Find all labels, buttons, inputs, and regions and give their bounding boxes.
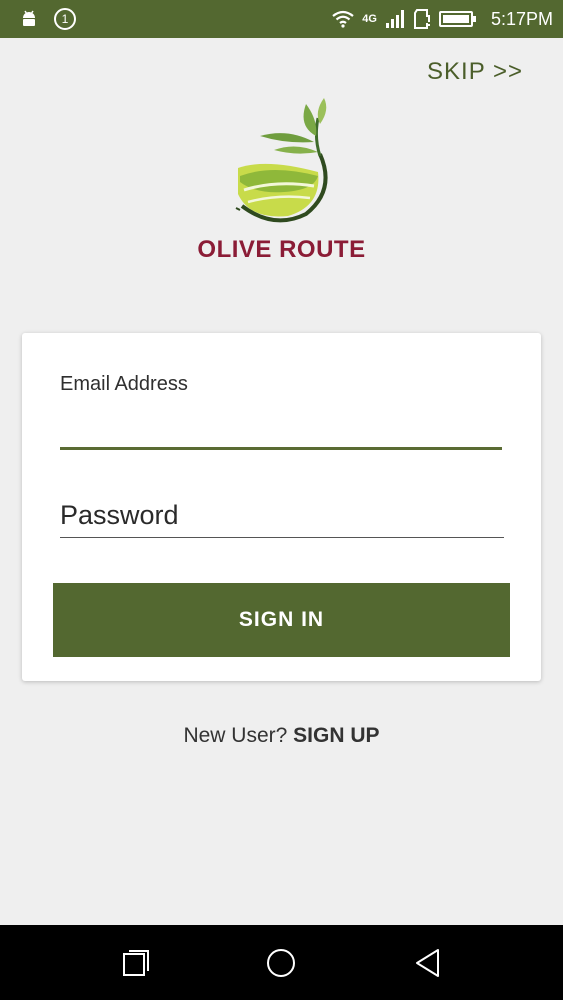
signup-prompt: New User? xyxy=(183,724,288,747)
olive-route-logo xyxy=(226,98,338,224)
android-icon xyxy=(20,10,38,28)
recent-apps-icon[interactable] xyxy=(118,945,154,981)
password-field[interactable] xyxy=(60,493,504,538)
status-bar: 1 4G 5:17PM xyxy=(0,0,563,38)
system-nav-bar xyxy=(0,925,563,1000)
sign-in-button[interactable]: SIGN IN xyxy=(53,583,510,657)
wifi-icon xyxy=(332,10,354,28)
skip-button[interactable]: SKIP >> xyxy=(427,58,523,86)
sim-alert-icon xyxy=(413,9,431,29)
signal-icon xyxy=(385,9,405,29)
brand-name: OLIVE ROUTE xyxy=(197,236,366,263)
network-type: 4G xyxy=(362,13,377,25)
notification-count-icon: 1 xyxy=(54,8,76,30)
sign-up-link[interactable]: SIGN UP xyxy=(293,724,379,747)
email-field[interactable] xyxy=(60,407,502,450)
email-label: Email Address xyxy=(60,373,188,395)
home-icon[interactable] xyxy=(263,945,299,981)
back-icon[interactable] xyxy=(410,945,446,981)
signup-prompt-line: New User? SIGN UP xyxy=(0,724,563,748)
login-card: Email Address SIGN IN xyxy=(22,333,541,681)
status-time: 5:17PM xyxy=(490,8,553,29)
battery-icon xyxy=(438,11,477,27)
